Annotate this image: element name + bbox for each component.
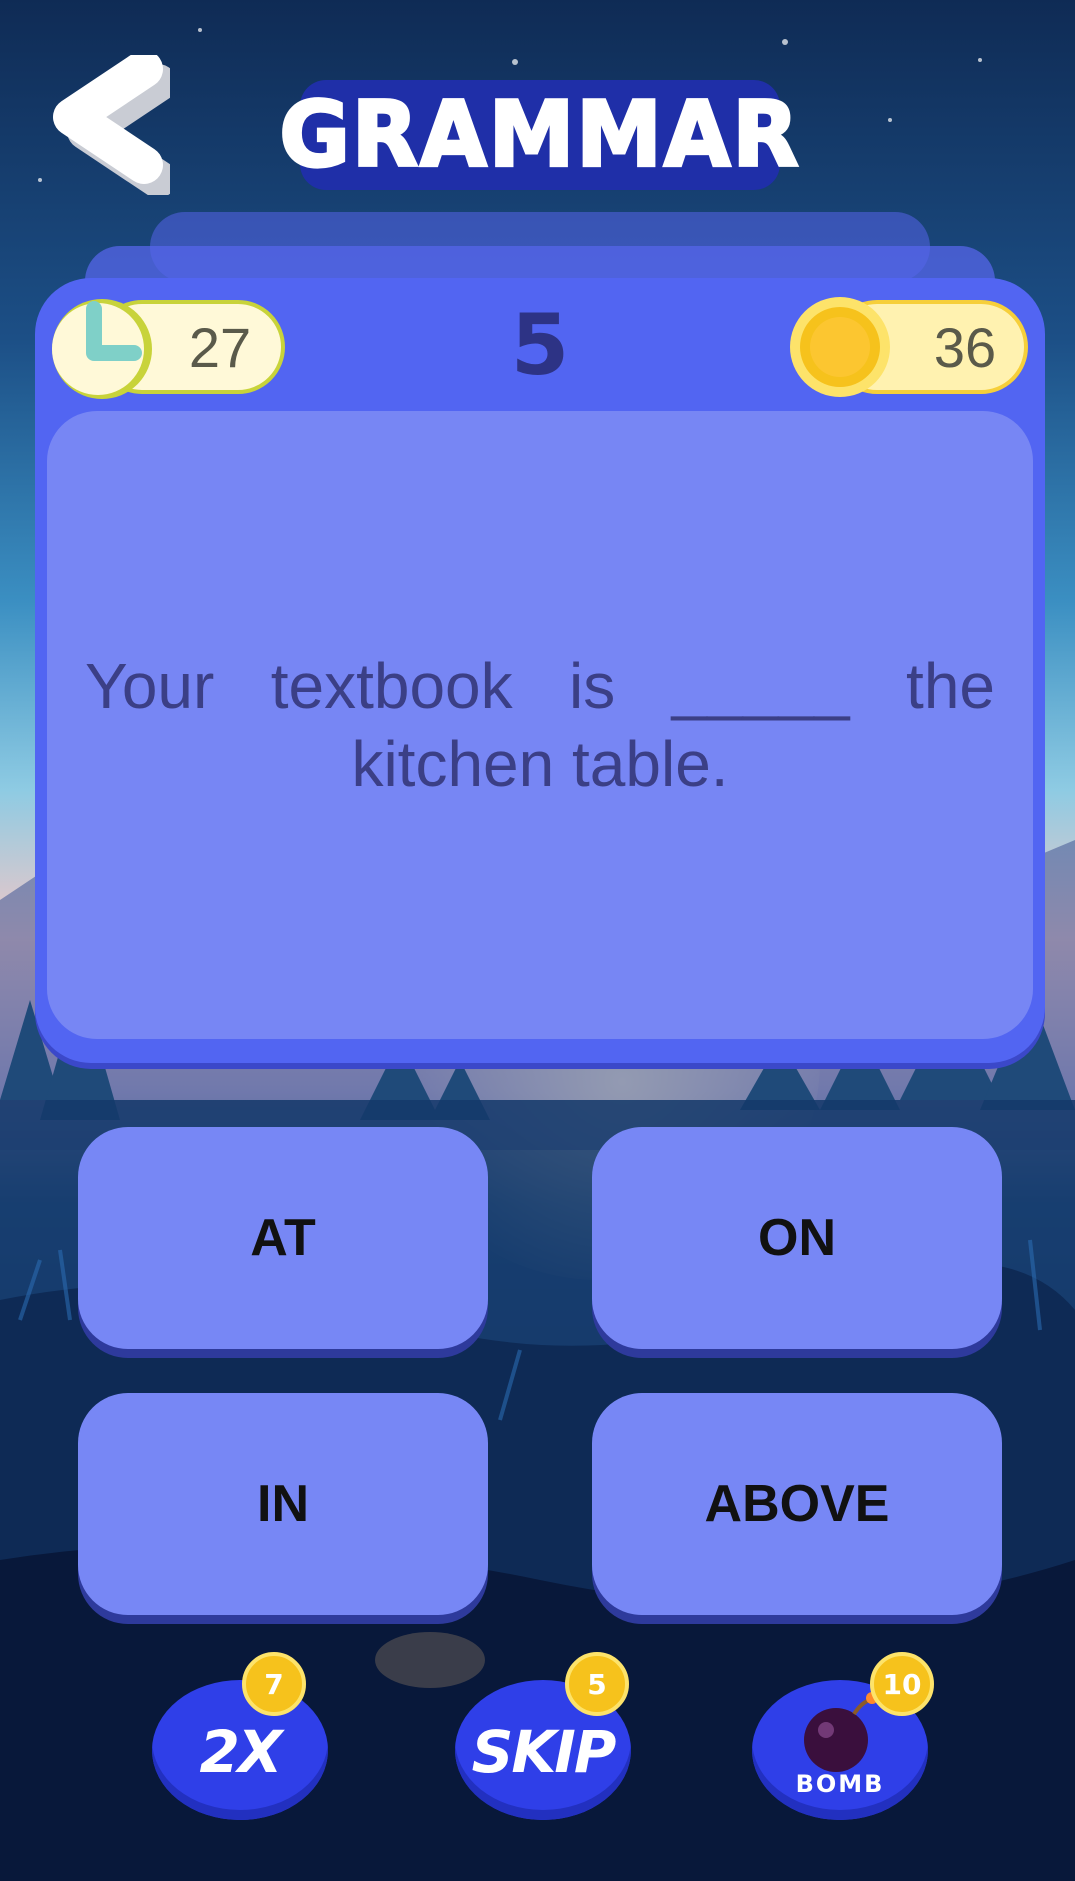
title-text: GRAMMAR <box>278 81 801 189</box>
answer-label: IN <box>257 1475 309 1533</box>
clock-icon <box>52 299 152 399</box>
bomb-icon <box>804 1692 878 1772</box>
question-text: Your textbook is _____ the kitchen table… <box>85 650 995 800</box>
answer-label: AT <box>250 1209 316 1267</box>
coin-balance: 36 <box>790 297 1030 397</box>
bomb-button[interactable]: BOMB 10 <box>752 1652 934 1820</box>
powerup-cost-badge: 7 <box>242 1652 306 1716</box>
powerup-cost-badge: 10 <box>870 1652 934 1716</box>
question-panel: Your textbook is _____ the kitchen table… <box>47 411 1033 1039</box>
powerup-cost-badge: 5 <box>565 1652 629 1716</box>
skip-button[interactable]: SKIP 5 <box>455 1652 635 1820</box>
coin-icon <box>790 297 890 397</box>
back-chevron-icon <box>53 50 177 198</box>
answer-button-at[interactable]: AT <box>78 1127 488 1349</box>
answer-button-in[interactable]: IN <box>78 1393 488 1615</box>
question-number: 5 <box>510 296 570 394</box>
answer-label: ABOVE <box>704 1475 890 1533</box>
timer-value: 27 <box>188 316 252 379</box>
answer-label: ON <box>758 1209 836 1267</box>
powerup-label: SKIP <box>471 1718 617 1786</box>
coin-value: 36 <box>933 316 997 379</box>
back-button[interactable] <box>40 50 177 198</box>
powerup-label: 2X <box>199 1718 282 1786</box>
double-points-button[interactable]: 2X 7 <box>152 1652 332 1820</box>
timer-indicator: 27 <box>50 297 288 399</box>
screen-title: GRAMMAR <box>278 80 800 190</box>
answer-button-on[interactable]: ON <box>592 1127 1002 1349</box>
answer-button-above[interactable]: ABOVE <box>592 1393 1002 1615</box>
powerup-label: BOMB <box>795 1770 885 1798</box>
